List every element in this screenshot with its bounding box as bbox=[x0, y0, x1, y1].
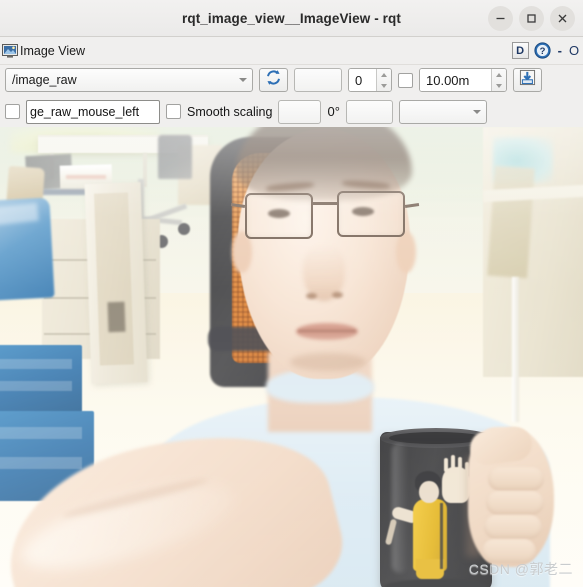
photo-crate-top bbox=[0, 345, 82, 413]
refresh-icon bbox=[265, 69, 282, 91]
plugin-header: Image View D ? - O bbox=[0, 37, 583, 65]
window-controls bbox=[488, 0, 575, 36]
index-spin-down-icon[interactable] bbox=[377, 80, 391, 91]
photo-crate-slot-3 bbox=[0, 427, 82, 439]
photo-mug-figure-finger-2 bbox=[451, 455, 455, 469]
photo-caster-2 bbox=[178, 223, 190, 235]
photo-right-white-pole bbox=[512, 277, 519, 422]
smooth-scaling-checkbox[interactable] bbox=[166, 104, 181, 119]
smooth-scaling-label: Smooth scaling bbox=[187, 104, 273, 119]
chevron-down-icon bbox=[470, 109, 484, 114]
toolbar-row-2: ge_raw_mouse_left Smooth scaling 0° bbox=[0, 95, 583, 127]
photo-crate-slot-4 bbox=[0, 457, 82, 469]
rqt-image-view-window: rqt_image_view__ImageView - rqt Image Vi… bbox=[0, 0, 583, 587]
maximize-icon bbox=[527, 13, 536, 23]
photo-glasses-bridge bbox=[311, 202, 339, 205]
index-spinbox-value: 0 bbox=[349, 69, 376, 91]
photo-right-hanging-cloth bbox=[487, 165, 535, 279]
blank-field-1[interactable] bbox=[294, 68, 342, 92]
dynamic-range-checkbox[interactable] bbox=[398, 72, 413, 88]
photo-person-chin-shadow bbox=[290, 353, 366, 371]
photo-blue-book bbox=[40, 189, 86, 195]
photo-mug-figure-stripe bbox=[440, 503, 443, 569]
dock-button[interactable]: D bbox=[511, 42, 529, 59]
index-spin-up-icon[interactable] bbox=[377, 69, 391, 80]
minimize-button[interactable] bbox=[488, 5, 513, 31]
photo-glasses-lens-left bbox=[245, 193, 313, 239]
range-spin-down-icon[interactable] bbox=[492, 80, 506, 91]
plugin-header-left: Image View bbox=[2, 43, 86, 58]
toolbar-row-1: /image_raw 0 10.00m bbox=[0, 65, 583, 95]
photo-hand-finger-2 bbox=[486, 491, 544, 515]
photo-hand-finger-3 bbox=[484, 515, 542, 539]
chevron-down-icon bbox=[236, 78, 250, 82]
photo-mug-interior bbox=[389, 432, 483, 444]
close-button[interactable] bbox=[550, 5, 575, 31]
publish-topic-input[interactable]: ge_raw_mouse_left bbox=[26, 99, 160, 124]
svg-text:?: ? bbox=[539, 46, 545, 57]
maximize-button[interactable] bbox=[519, 5, 544, 31]
plugin-close-button[interactable]: O bbox=[569, 43, 581, 58]
photo-hand-finger-4 bbox=[482, 539, 536, 563]
plugin-header-controls: D ? - O bbox=[511, 37, 583, 64]
plugin-title: Image View bbox=[20, 43, 86, 58]
close-icon bbox=[558, 14, 567, 22]
save-image-icon bbox=[519, 69, 536, 91]
rotate-angle-label: 0° bbox=[327, 104, 340, 119]
photo-panel-dark-slot bbox=[107, 301, 126, 333]
image-view-monitor-icon bbox=[2, 43, 18, 58]
photo-mug-figure-face bbox=[419, 481, 439, 503]
topic-combo-value: /image_raw bbox=[12, 73, 77, 87]
range-spinbox-arrows[interactable] bbox=[491, 69, 506, 91]
photo-glasses-lens-right bbox=[337, 191, 405, 237]
topic-combo[interactable]: /image_raw bbox=[5, 68, 253, 92]
help-icon[interactable]: ? bbox=[534, 42, 551, 59]
save-image-button[interactable] bbox=[513, 68, 542, 92]
publish-click-location-checkbox[interactable] bbox=[5, 104, 20, 119]
blank-field-2[interactable] bbox=[278, 99, 322, 124]
index-spinbox-arrows[interactable] bbox=[376, 69, 391, 91]
refresh-topics-button[interactable] bbox=[259, 68, 288, 92]
photo-person-lip-line bbox=[298, 330, 356, 332]
photo-paper-red-edge bbox=[66, 175, 106, 179]
image-canvas[interactable]: CSDN @郭老二 bbox=[0, 127, 583, 587]
photo-mug-figure-finger-1 bbox=[444, 458, 448, 472]
photo-person-glasses bbox=[230, 190, 420, 242]
window-titlebar: rqt_image_view__ImageView - rqt bbox=[0, 0, 583, 37]
photo-hand-finger-1 bbox=[488, 467, 544, 491]
photo-back-chair bbox=[158, 135, 192, 179]
photo-mug-figure-finger-3 bbox=[458, 457, 462, 471]
plugin-minimize-button[interactable]: - bbox=[556, 43, 564, 58]
rotate-combo[interactable] bbox=[398, 99, 487, 124]
photo-crate-slot-2 bbox=[0, 381, 72, 391]
range-spinbox-value: 10.00m bbox=[420, 69, 491, 91]
blank-field-3[interactable] bbox=[345, 99, 393, 124]
photo-tall-panel-inner bbox=[94, 192, 134, 366]
minimize-icon bbox=[496, 17, 505, 19]
range-spinbox[interactable]: 10.00m bbox=[419, 68, 507, 92]
camera-image bbox=[0, 127, 583, 587]
index-spinbox[interactable]: 0 bbox=[348, 68, 392, 92]
range-spin-up-icon[interactable] bbox=[492, 69, 506, 80]
photo-person-nostril-left bbox=[306, 293, 317, 299]
photo-person-nostril-right bbox=[332, 292, 343, 298]
photo-crate-slot-1 bbox=[0, 359, 72, 369]
